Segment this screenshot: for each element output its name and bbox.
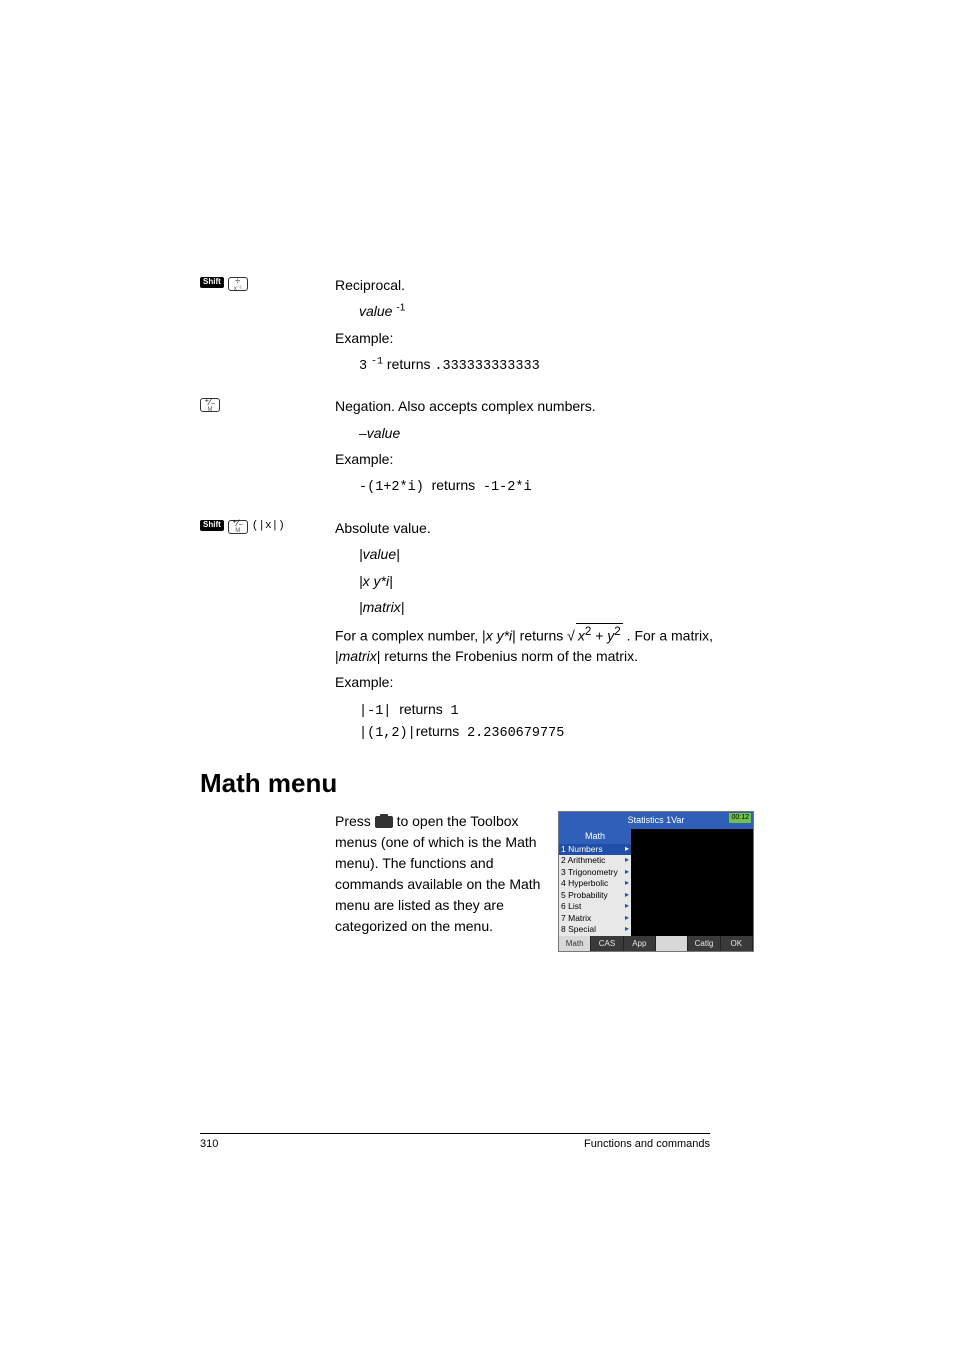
math-menu-heading: Math menu — [200, 768, 754, 799]
example-label: Example: — [335, 449, 754, 469]
shift-key-icon: Shift — [200, 277, 224, 288]
example-label: Example: — [335, 328, 754, 348]
calc-menu-item-list[interactable]: 6 List▸ — [559, 901, 631, 912]
key-combo-abs: Shift ⁺⁄₋ M (|x|) — [200, 518, 335, 534]
calc-menu-item-special[interactable]: 8 Special▸ — [559, 924, 631, 935]
calc-tab-catlg[interactable]: Catlg — [688, 936, 720, 952]
calc-menu-item-arithmetic[interactable]: 2 Arithmetic▸ — [559, 855, 631, 866]
calculator-screenshot: Statistics 1Var 00:12 Math 1 Numbers▸ 2 … — [558, 811, 754, 952]
calc-tab-app[interactable]: App — [624, 936, 656, 952]
calc-tab-cas[interactable]: CAS — [591, 936, 623, 952]
calc-menu-item-probability[interactable]: 5 Probability▸ — [559, 890, 631, 901]
reciprocal-title: Reciprocal. — [335, 275, 754, 295]
shift-key-icon: Shift — [200, 520, 224, 531]
plus-minus-key-icon: ⁺⁄₋ M — [228, 520, 248, 534]
page-number: 310 — [200, 1138, 218, 1150]
calc-tab-math[interactable]: Math — [559, 936, 591, 952]
key-combo-reciprocal: Shift ÷ x⁻¹ — [200, 275, 335, 291]
divide-key-icon: ÷ x⁻¹ — [228, 277, 248, 291]
key-combo-negation: ⁺⁄₋ M — [200, 396, 335, 412]
calc-menu-item-trig[interactable]: 3 Trigonometry▸ — [559, 867, 631, 878]
calc-tab-empty — [656, 936, 688, 952]
calc-menu-item-numbers[interactable]: 1 Numbers▸ — [559, 844, 631, 855]
abs-suffix: (|x|) — [252, 520, 285, 532]
negation-title: Negation. Also accepts complex numbers. — [335, 396, 754, 416]
calc-menu-item-hyperbolic[interactable]: 4 Hyperbolic▸ — [559, 878, 631, 889]
chapter-name: Functions and commands — [584, 1138, 710, 1150]
calc-title-bar: Statistics 1Var 00:12 — [559, 812, 753, 829]
calc-menu-header: Math — [559, 829, 631, 844]
toolbox-key-icon — [375, 816, 393, 828]
calc-tab-ok[interactable]: OK — [721, 936, 753, 952]
negation-syntax: –value — [359, 423, 754, 443]
calc-menu-item-matrix[interactable]: 7 Matrix▸ — [559, 913, 631, 924]
abs-complex-desc: For a complex number, |x y*i| returns √x… — [335, 623, 754, 666]
plus-minus-key-icon: ⁺⁄₋ M — [200, 398, 220, 412]
math-menu-paragraph: Press to open the Toolbox menus (one of … — [335, 811, 546, 937]
abs-title: Absolute value. — [335, 518, 754, 538]
example-label: Example: — [335, 672, 754, 692]
calc-clock: 00:12 — [729, 813, 751, 823]
